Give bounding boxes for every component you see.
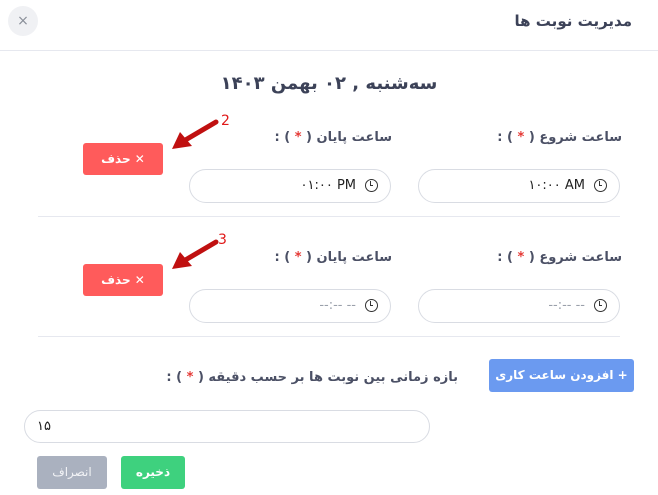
end-time-input-1[interactable]: ۰۱:۰۰ PM [189,169,391,203]
save-button[interactable]: ذخیره [121,456,185,489]
clock-icon [594,179,607,192]
end-time-input-2[interactable]: --:-- -- [189,289,391,323]
start-time-label-2: ساعت شروع ( * ) : [497,250,622,265]
end-time-value-1: ۰۱:۰۰ PM [300,178,357,193]
start-time-placeholder-2: --:-- -- [548,298,585,313]
clock-icon [365,179,378,192]
annotation-number-2: 2 [221,113,230,129]
start-time-value-1: ۱۰:۰۰ AM [528,178,585,193]
interval-input[interactable]: ۱۵ [24,410,430,443]
divider [38,216,620,217]
annotation-arrow-icon [172,239,219,269]
end-time-label-2: ساعت پایان ( * ) : [274,250,393,265]
clock-icon [594,299,607,312]
start-time-input-2[interactable]: --:-- -- [418,289,620,323]
end-time-placeholder-2: --:-- -- [319,298,356,313]
modal-title: مدیریت نوبت ها [514,12,632,30]
divider [38,336,620,337]
delete-button-1[interactable]: ✕ حذف [83,143,163,175]
interval-label: بازه زمانی بین نوبت ها بر حسب دقیقه ( * … [166,370,458,385]
cancel-button[interactable]: انصراف [37,456,107,489]
modal-header: مدیریت نوبت ها × [0,0,658,51]
clock-icon [365,299,378,312]
close-button[interactable]: × [8,6,38,36]
delete-button-2[interactable]: ✕ حذف [83,264,163,296]
add-working-hours-button[interactable]: + افزودن ساعت کاری [489,359,634,392]
interval-value: ۱۵ [37,419,51,434]
annotation-arrow-icon [172,119,219,149]
end-time-label-1: ساعت پایان ( * ) : [274,130,393,145]
date-label: سه‌شنبه , ۰۲ بهمن ۱۴۰۳ [220,73,438,94]
start-time-label-1: ساعت شروع ( * ) : [497,130,622,145]
start-time-input-1[interactable]: ۱۰:۰۰ AM [418,169,620,203]
